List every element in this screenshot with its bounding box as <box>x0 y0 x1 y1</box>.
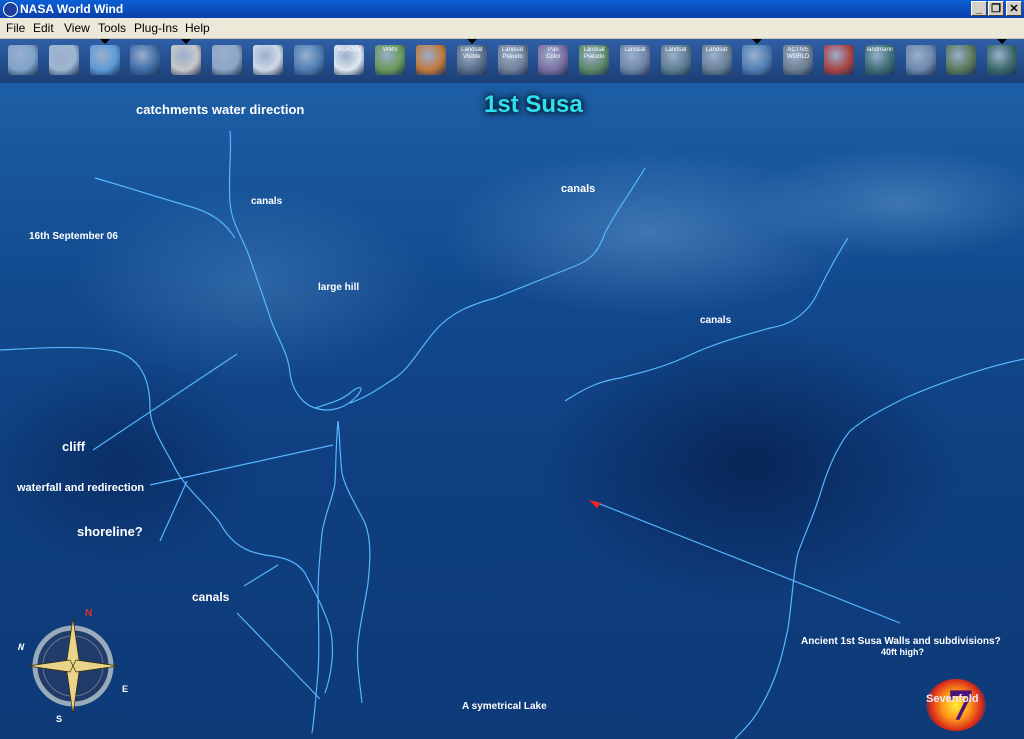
label-canals-1: canals <box>251 196 283 207</box>
pointer-line <box>159 480 188 542</box>
usa-map-icon[interactable] <box>905 45 936 75</box>
label-lake: A symetrical Lake <box>462 701 547 712</box>
landsat-pan-icon[interactable]: Pan Color <box>538 45 569 75</box>
magnifier-icon[interactable] <box>252 45 283 75</box>
pointer-line <box>594 501 901 624</box>
cloud-globe-icon[interactable] <box>212 45 242 75</box>
canal-line <box>337 420 371 704</box>
menu-file[interactable]: File <box>6 21 25 35</box>
usa-outline-icon[interactable] <box>946 45 977 75</box>
weather-map-icon[interactable] <box>416 45 446 75</box>
label-walls: Ancient 1st Susa Walls and subdivisions? <box>801 636 1001 647</box>
tool-label: PLACES <box>337 47 362 53</box>
menu-view[interactable]: View <box>64 21 90 35</box>
pointer-line <box>92 353 238 451</box>
label-canals-4: canals <box>192 590 230 604</box>
label-cliff: cliff <box>62 439 86 454</box>
landsat-map-icon[interactable]: Landsat <box>660 45 691 75</box>
planet-globe-icon[interactable] <box>130 45 161 75</box>
tool-label: Pan Color <box>546 47 561 60</box>
satellite-icon[interactable]: ACTIVE WORLD <box>783 45 814 75</box>
compass-rose-icon[interactable]: N E S W <box>18 606 128 724</box>
minimize-button[interactable]: _ <box>971 1 987 16</box>
map-title: 1st Susa <box>484 91 583 118</box>
layer-manager-icon[interactable] <box>8 45 38 75</box>
pointer-line <box>149 444 334 486</box>
landsat-visible-icon[interactable]: Landsat Visible <box>456 39 487 75</box>
menu-bar: File Edit View Tools Plug-Ins Help <box>0 18 1024 39</box>
landsat-pseudo-2-icon[interactable]: Landsat Pseudo <box>579 45 610 75</box>
globe-dropdown-icon[interactable] <box>742 39 773 75</box>
tool-label: Landsat Pseudo <box>501 47 524 60</box>
canal-line <box>228 130 316 409</box>
landmarks-icon[interactable]: landmarks <box>864 45 895 75</box>
tool-label: Landsat <box>624 47 646 53</box>
landsat-nasa-icon[interactable]: Landsat <box>701 45 732 75</box>
toolbar: PLACES WMS Landsat Visible Landsat Pseudo Pa… <box>0 39 1024 83</box>
tool-label: Landsat <box>665 47 687 53</box>
title-bar: NASA World Wind _ ❐ ✕ <box>0 0 1024 18</box>
compass-w: W <box>18 642 25 652</box>
stars-icon[interactable] <box>987 39 1018 75</box>
label-catchments: catchments water direction <box>136 102 305 117</box>
compass-n: N <box>85 608 92 619</box>
menu-tools[interactable]: Tools <box>98 21 126 35</box>
pointer-line <box>243 564 279 587</box>
close-button[interactable]: ✕ <box>1006 1 1022 16</box>
flags-icon[interactable] <box>824 45 854 75</box>
tool-label: Landsat <box>705 47 728 53</box>
menu-help[interactable]: Help <box>185 21 210 35</box>
label-shoreline: shoreline? <box>77 524 143 539</box>
canal-line <box>349 167 646 404</box>
compass-s: S <box>56 714 62 724</box>
tool-label: landmarks <box>866 47 893 53</box>
wms-icon[interactable]: WMS <box>375 45 406 75</box>
compass-e: E <box>122 684 128 694</box>
canal-line <box>94 177 236 239</box>
pointer-line <box>236 612 321 700</box>
canal-line <box>314 386 362 411</box>
label-canals-2: canals <box>561 183 596 195</box>
menu-edit[interactable]: Edit <box>33 21 54 35</box>
nasa-logo-icon <box>3 2 18 17</box>
tool-label: ACTIVE WORLD <box>787 47 810 60</box>
places-icon[interactable]: PLACES <box>334 45 365 75</box>
tool-label: Landsat Visible <box>461 47 483 60</box>
logo-numeral: 7 <box>947 683 975 730</box>
restore-button[interactable]: ❐ <box>988 1 1004 16</box>
map-view[interactable]: 1st Susa catchments water direction 16th… <box>0 83 1024 739</box>
menu-plug-ins[interactable]: Plug-Ins <box>134 21 178 35</box>
window-title: NASA World Wind <box>20 2 124 16</box>
earth-icon[interactable] <box>293 45 324 75</box>
logo-text: Sevenfold <box>926 693 979 705</box>
globe-grid-icon[interactable] <box>89 39 120 75</box>
lat-lon-grid-icon[interactable] <box>48 45 79 75</box>
red-arrowhead <box>589 500 601 508</box>
label-large-hill: large hill <box>318 282 360 293</box>
tool-label: Landsat Pseudo <box>583 47 605 60</box>
canal-line <box>311 420 339 734</box>
label-date: 16th September 06 <box>29 231 118 242</box>
label-walls-height: 40ft high? <box>881 647 924 657</box>
landsat-pseudo-icon[interactable]: Landsat Pseudo <box>497 45 528 75</box>
label-waterfall: waterfall and redirection <box>17 482 145 494</box>
label-canals-3: canals <box>700 315 732 326</box>
tool-label: WMS <box>382 47 398 53</box>
landsat-image-icon[interactable]: Landsat <box>620 45 650 75</box>
compass-rose-icon[interactable] <box>171 39 202 75</box>
sevenfold-logo: 7 Sevenfold <box>920 677 992 733</box>
